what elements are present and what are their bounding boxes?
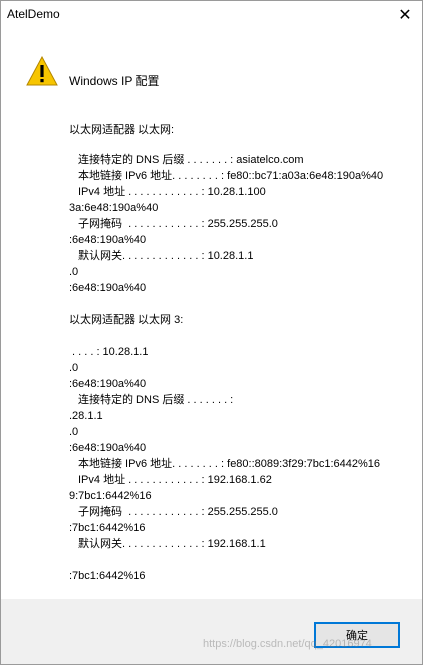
message-line: 9:7bc1:6442%16 (69, 490, 152, 502)
close-icon: ✕ (398, 7, 412, 24)
message-line: IPv4 地址 . . . . . . . . . . . . : 10.28.… (78, 186, 266, 198)
message-body: 以太网适配器 以太网: 连接特定的 DNS 后缀 . . . . . . . :… (1, 29, 383, 582)
message-line: .0 (69, 362, 79, 374)
message-line: :7bc1:6442%16 (69, 570, 146, 582)
title-bar: AtelDemo ✕ (1, 1, 422, 29)
message-line: :6e48:190a%40 (69, 378, 147, 390)
message-line: IPv4 地址 . . . . . . . . . . . . : 192.16… (78, 474, 272, 486)
message-line: 子网掩码 . . . . . . . . . . . . : 255.255.2… (78, 506, 278, 518)
message-line: :6e48:190a%40 (69, 282, 147, 294)
warning-icon (26, 56, 58, 86)
message-line: 子网掩码 . . . . . . . . . . . . : 255.255.2… (78, 218, 278, 230)
message-line: :6e48:190a%40 (69, 442, 147, 454)
message-line: 3a:6e48:190a%40 (69, 202, 159, 214)
message-line: 默认网关. . . . . . . . . . . . . : 10.28.1.… (78, 250, 254, 262)
message-dialog: AtelDemo ✕ Windows IP 配置 以太网适配器 以太网: 连接特… (0, 0, 423, 665)
window-title: AtelDemo (7, 7, 60, 21)
message-line: . . . . : 10.28.1.1 (72, 346, 149, 358)
message-line: 连接特定的 DNS 后缀 . . . . . . . : (78, 394, 234, 406)
message-content: Windows IP 配置 以太网适配器 以太网: 连接特定的 DNS 后缀 .… (1, 29, 422, 599)
message-line: 本地链接 IPv6 地址. . . . . . . . : fe80::8089… (78, 458, 381, 470)
adapter-header-ethernet-3: 以太网适配器 以太网 3: (69, 314, 184, 326)
message-line: .0 (69, 426, 79, 438)
message-heading: Windows IP 配置 (69, 74, 160, 88)
watermark: https://blog.csdn.net/qq_42016974 (203, 638, 372, 650)
dialog-footer: 确定 (1, 599, 422, 664)
message-line: .28.1.1 (69, 410, 103, 422)
message-line: .0 (69, 266, 79, 278)
message-line: 默认网关. . . . . . . . . . . . . : 192.168.… (78, 538, 266, 550)
adapter-header-ethernet: 以太网适配器 以太网: (69, 124, 175, 136)
message-line: :7bc1:6442%16 (69, 522, 146, 534)
message-line: 本地链接 IPv6 地址. . . . . . . . : fe80::bc71… (78, 170, 384, 182)
message-line: :6e48:190a%40 (69, 234, 147, 246)
close-button[interactable]: ✕ (388, 1, 422, 29)
message-line: 连接特定的 DNS 后缀 . . . . . . . : asiatelco.c… (78, 154, 304, 166)
